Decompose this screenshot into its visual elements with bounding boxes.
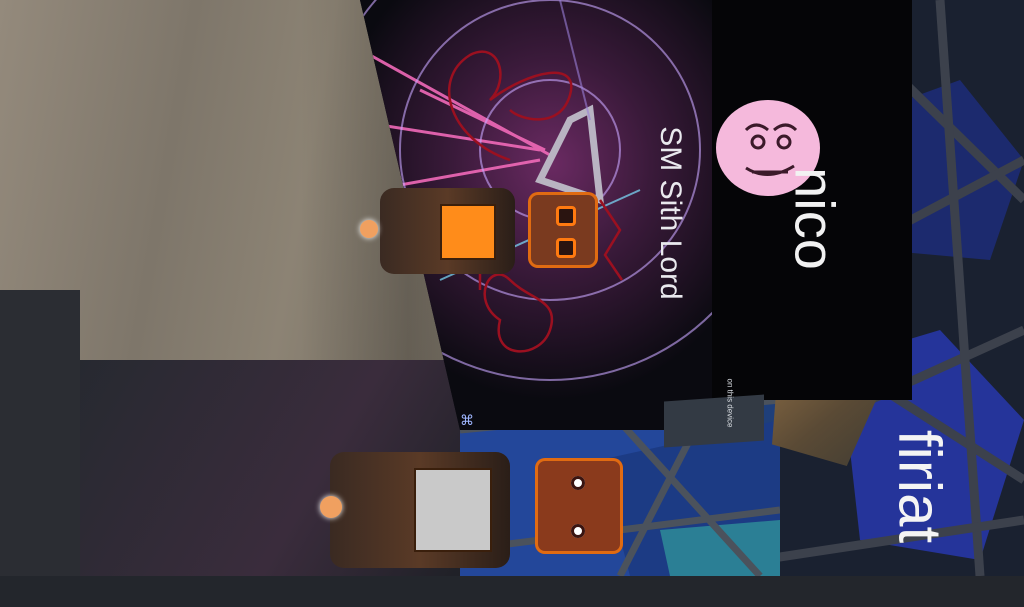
robot-screen (440, 204, 496, 260)
robot-player-head[interactable] (535, 458, 623, 554)
robot-player-body[interactable] (320, 452, 510, 568)
robot-thruster (320, 496, 342, 518)
player-name-tag: firiat (886, 429, 954, 544)
robot-screen (414, 468, 492, 552)
svg-text:⌘: ⌘ (460, 412, 474, 428)
info-panel-text: on this device (725, 378, 735, 428)
robot-eye (571, 524, 585, 538)
robot-eye (556, 206, 576, 226)
robot-player-head[interactable] (528, 192, 598, 268)
channel-label: SM Sith Lord (654, 126, 687, 300)
robot-eye (571, 476, 585, 490)
info-panel (664, 394, 764, 448)
wall-shadow (0, 290, 80, 576)
robot-thruster (360, 220, 378, 238)
robot-player-body[interactable] (360, 188, 515, 274)
robot-eye (556, 238, 576, 258)
player-name-tag: nico (783, 167, 847, 270)
